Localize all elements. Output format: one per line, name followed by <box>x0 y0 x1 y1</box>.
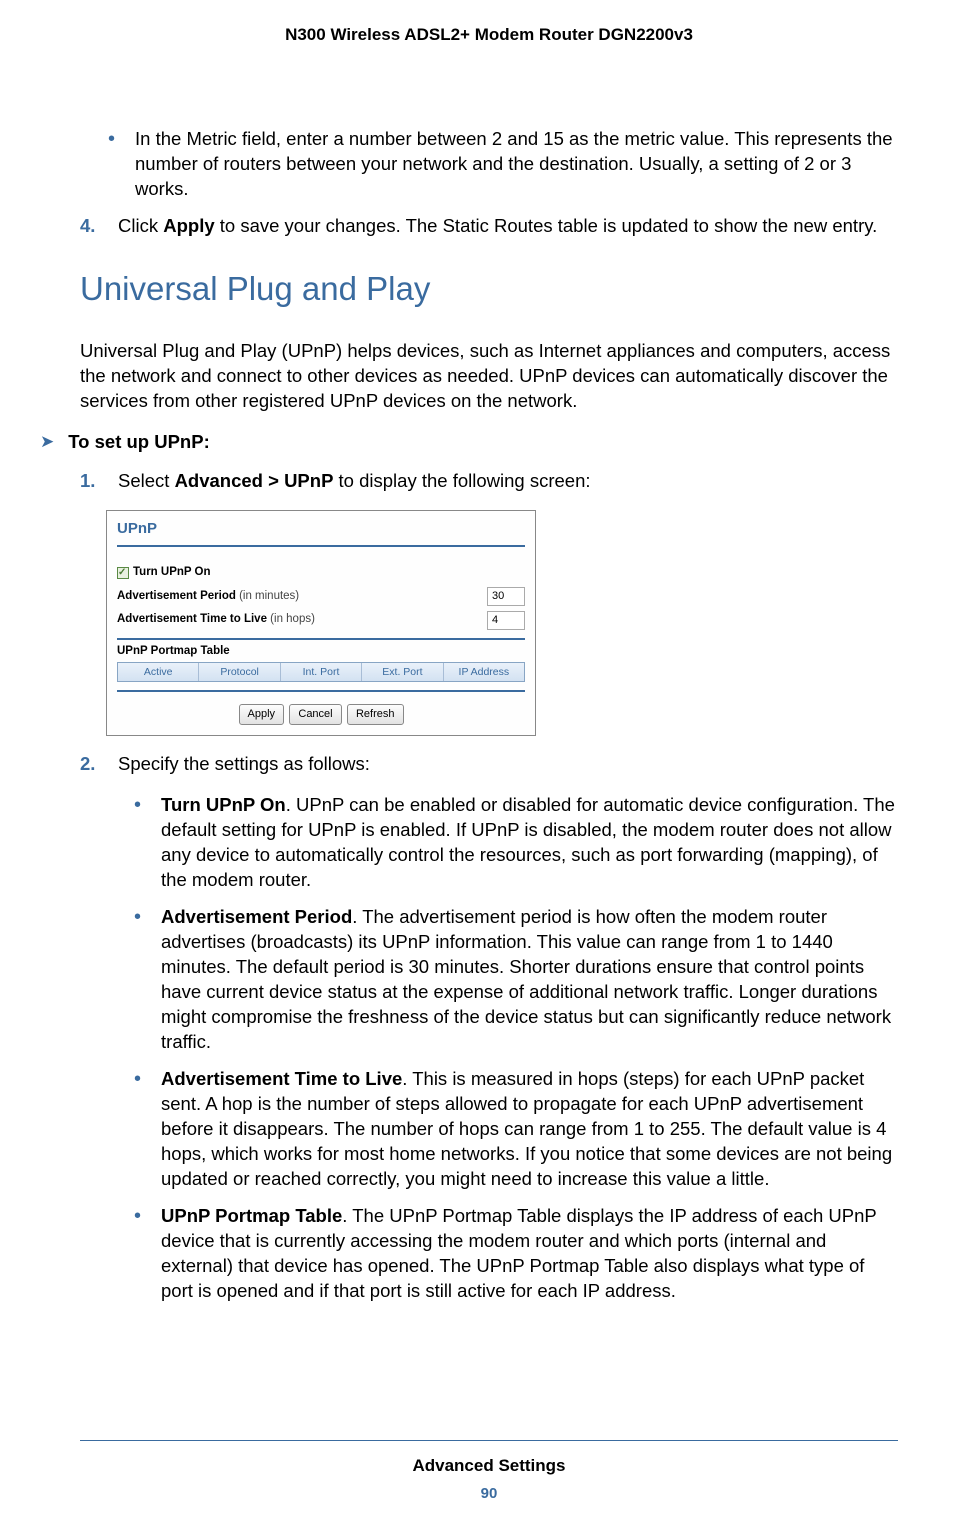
bullet-dot-icon: • <box>134 793 141 893</box>
footer-page-number: 90 <box>80 1484 898 1504</box>
step-4: 4. Click Apply to save your changes. The… <box>80 214 898 239</box>
apply-button[interactable]: Apply <box>239 704 285 725</box>
step-1-text: Select Advanced > UPnP to display the fo… <box>118 469 898 494</box>
list-item: • UPnP Portmap Table. The UPnP Portmap T… <box>134 1204 898 1304</box>
step-2-text: Specify the settings as follows: <box>118 752 898 777</box>
arrow-right-icon: ➤ <box>40 430 54 455</box>
th-int-port: Int. Port <box>281 663 362 681</box>
step-1: 1. Select Advanced > UPnP to display the… <box>80 469 898 494</box>
portmap-table-header: Active Protocol Int. Port Ext. Port IP A… <box>117 662 525 682</box>
adv-ttl-row: Advertisement Time to Live (in hops) 4 <box>117 611 525 630</box>
list-item-text: Turn UPnP On. UPnP can be enabled or dis… <box>161 793 898 893</box>
sub-bullet-list: • Turn UPnP On. UPnP can be enabled or d… <box>106 793 898 1303</box>
intro-paragraph: Universal Plug and Play (UPnP) helps dev… <box>80 339 898 414</box>
list-item-text: Advertisement Period. The advertisement … <box>161 905 898 1055</box>
step-number: 2. <box>80 752 100 777</box>
turn-upnp-on-label: Turn UPnP On <box>133 565 211 581</box>
procedure-title: To set up UPnP: <box>68 430 898 455</box>
page-header: N300 Wireless ADSL2+ Modem Router DGN220… <box>80 24 898 47</box>
adv-ttl-input[interactable]: 4 <box>487 611 525 630</box>
list-item: • Turn UPnP On. UPnP can be enabled or d… <box>134 793 898 893</box>
bullet-dot-icon: • <box>134 1204 141 1304</box>
divider <box>117 690 525 692</box>
list-item: • Advertisement Time to Live. This is me… <box>134 1067 898 1192</box>
cancel-button[interactable]: Cancel <box>289 704 341 725</box>
refresh-button[interactable]: Refresh <box>347 704 404 725</box>
list-item-text: Advertisement Time to Live. This is meas… <box>161 1067 898 1192</box>
list-item: • Advertisement Period. The advertisemen… <box>134 905 898 1055</box>
th-active: Active <box>118 663 199 681</box>
th-ext-port: Ext. Port <box>362 663 443 681</box>
bullet-dot-icon: • <box>134 905 141 1055</box>
th-ip-address: IP Address <box>444 663 524 681</box>
section-heading-upnp: Universal Plug and Play <box>80 267 898 312</box>
upnp-screenshot: UPnP Turn UPnP On Advertisement Period (… <box>106 510 536 736</box>
panel-title: UPnP <box>117 519 525 547</box>
bullet-metric: • In the Metric field, enter a number be… <box>108 127 898 202</box>
bullet-dot-icon: • <box>134 1067 141 1192</box>
divider <box>117 638 525 640</box>
turn-upnp-on-row: Turn UPnP On <box>117 565 525 581</box>
list-item-text: UPnP Portmap Table. The UPnP Portmap Tab… <box>161 1204 898 1304</box>
step-number: 4. <box>80 214 100 239</box>
button-row: Apply Cancel Refresh <box>117 704 525 725</box>
adv-ttl-label: Advertisement Time to Live (in hops) <box>117 612 315 628</box>
step-2: 2. Specify the settings as follows: <box>80 752 898 777</box>
procedure-heading: ➤ To set up UPnP: <box>40 430 898 455</box>
page-footer: Advanced Settings 90 <box>80 1440 898 1504</box>
th-protocol: Protocol <box>199 663 280 681</box>
adv-period-row: Advertisement Period (in minutes) 30 <box>117 587 525 606</box>
footer-section-name: Advanced Settings <box>80 1455 898 1478</box>
bullet-dot-icon: • <box>108 127 115 202</box>
bullet-metric-text: In the Metric field, enter a number betw… <box>135 127 898 202</box>
checkbox-icon[interactable] <box>117 567 129 579</box>
portmap-table-title: UPnP Portmap Table <box>117 644 525 660</box>
step-4-text: Click Apply to save your changes. The St… <box>118 214 898 239</box>
step-number: 1. <box>80 469 100 494</box>
adv-period-input[interactable]: 30 <box>487 587 525 606</box>
footer-divider <box>80 1440 898 1441</box>
adv-period-label: Advertisement Period (in minutes) <box>117 589 299 605</box>
